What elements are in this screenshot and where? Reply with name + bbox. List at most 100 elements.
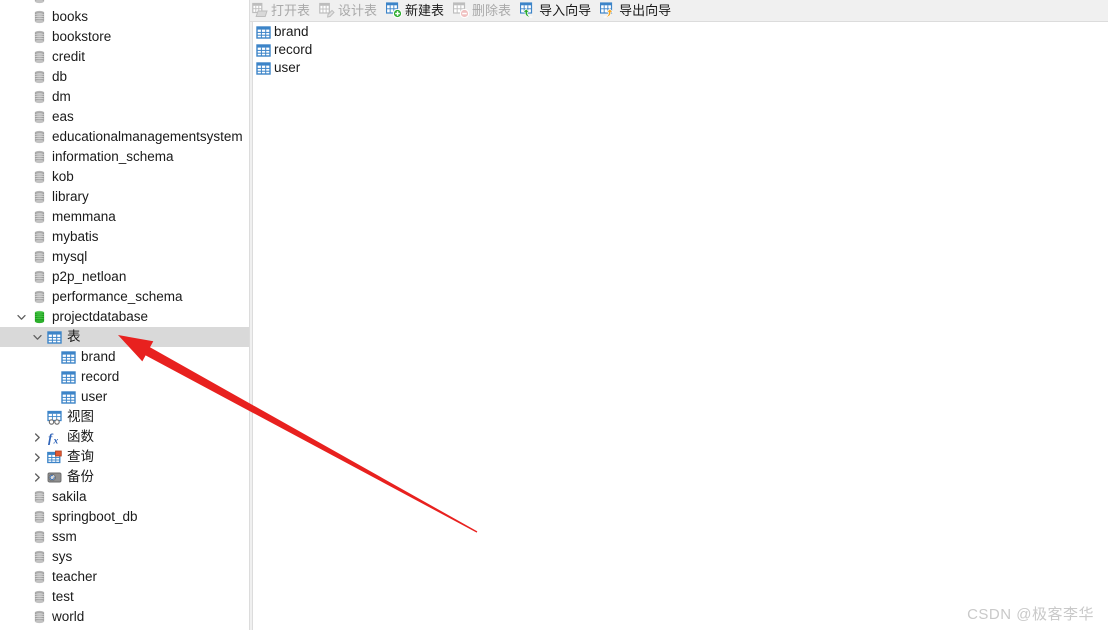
toolbar-button-import-wizard[interactable]: 导入向导 <box>518 0 598 21</box>
tree-item-user[interactable]: user <box>0 387 249 407</box>
toolbar-button-export-wizard[interactable]: 导出向导 <box>598 0 678 21</box>
database-icon <box>32 150 47 165</box>
tree-item-label: books <box>52 9 89 24</box>
tree-item-查询[interactable]: 查询 <box>0 447 249 467</box>
chevron-down-icon[interactable] <box>14 307 28 327</box>
tree-item-library[interactable]: library <box>0 187 249 207</box>
tree-item-函数[interactable]: f x 函数 <box>0 427 249 447</box>
tree-item-performance_schema[interactable]: performance_schema <box>0 287 249 307</box>
tree-item-label: projectdatabase <box>52 309 149 324</box>
tree-item-label: record <box>81 369 120 384</box>
object-list-item-label: brand <box>274 24 309 39</box>
tree-item-label: mybatis <box>52 229 99 244</box>
tree-item-mybatis[interactable]: mybatis <box>0 227 249 247</box>
tree-item-p2p_netloan[interactable]: p2p_netloan <box>0 267 249 287</box>
object-list-item[interactable]: user <box>254 59 1108 77</box>
table-object-list[interactable]: brand record user <box>254 23 1108 77</box>
tree-item-kob[interactable]: kob <box>0 167 249 187</box>
object-list-item[interactable]: brand <box>254 23 1108 41</box>
toolbar-button-label: 打开表 <box>271 3 311 18</box>
tree-item-sys[interactable]: sys <box>0 547 249 567</box>
database-navigation-sidebar[interactable]: books bookstore credit db dm eas educationalma… <box>0 0 249 630</box>
tree-item-label: kob <box>52 169 74 184</box>
tree-item-备份[interactable]: 备份 <box>0 467 249 487</box>
chevron-down-icon[interactable] <box>30 327 44 347</box>
tree-item-sakila[interactable]: sakila <box>0 487 249 507</box>
database-icon <box>32 550 47 565</box>
tree-item-label: performance_schema <box>52 289 183 304</box>
tree-item-memmana[interactable]: memmana <box>0 207 249 227</box>
tree-item-books[interactable]: books <box>0 7 249 27</box>
tree-item-springboot_db[interactable]: springboot_db <box>0 507 249 527</box>
database-tree[interactable]: books bookstore credit db dm eas educationalma… <box>0 0 249 630</box>
export-wizard-icon <box>600 2 616 18</box>
tree-item-label: sakila <box>52 489 87 504</box>
open-table-icon <box>252 2 268 18</box>
toolbar-button-design-table: 设计表 <box>317 0 384 21</box>
function-icon: fx <box>47 430 62 446</box>
tree-item-information_schema[interactable]: information_schema <box>0 147 249 167</box>
tree-item-label: springboot_db <box>52 509 138 524</box>
tree-item-db[interactable]: db <box>0 67 249 87</box>
database-icon <box>32 10 47 25</box>
object-pane: 打开表 设计表 新建表 删除表 导入向导 导出向导 brand record user <box>250 0 1108 630</box>
tree-item-record[interactable]: record <box>0 367 249 387</box>
database-icon <box>32 170 47 185</box>
toolbar-button-label: 删除表 <box>472 3 512 18</box>
database-icon <box>32 130 47 145</box>
new-table-icon <box>386 2 403 18</box>
tree-item-label: sys <box>52 549 73 564</box>
tree-item-mysql[interactable]: mysql <box>0 247 249 267</box>
tree-item-label: bookstore <box>52 29 112 44</box>
csdn-watermark: CSDN @极客李华 <box>967 606 1094 623</box>
database-icon <box>32 590 47 605</box>
toolbar-button-label: 新建表 <box>405 3 445 18</box>
tree-item-dm[interactable]: dm <box>0 87 249 107</box>
chevron-right-icon[interactable] <box>30 467 44 487</box>
tree-item-视图[interactable]: 视图 <box>0 407 249 427</box>
tree-item-label: db <box>52 69 68 84</box>
tree-item-teacher[interactable]: teacher <box>0 567 249 587</box>
table-icon <box>61 350 76 365</box>
chevron-right-icon[interactable] <box>30 427 44 447</box>
tree-item-bookstore[interactable]: bookstore <box>0 27 249 47</box>
database-icon <box>32 110 47 125</box>
database-icon <box>32 270 47 285</box>
query-icon <box>47 450 62 465</box>
database-icon <box>32 250 47 265</box>
pane-splitter[interactable] <box>249 0 253 630</box>
toolbar-button-new-table[interactable]: 新建表 <box>384 0 451 21</box>
tree-item-projectdatabase[interactable]: projectdatabase <box>0 307 249 327</box>
database-icon <box>32 510 47 525</box>
tree-item-test[interactable]: test <box>0 587 249 607</box>
table-icon <box>61 370 76 385</box>
tree-item[interactable] <box>0 0 249 7</box>
database-open-icon <box>32 310 47 325</box>
toolbar-button-label: 导入向导 <box>539 3 592 18</box>
table-icon <box>256 25 271 39</box>
database-icon <box>32 570 47 585</box>
database-icon <box>32 230 47 245</box>
tree-item-brand[interactable]: brand <box>0 347 249 367</box>
tree-item-label: 备份 <box>67 469 94 484</box>
tree-item-label: ssm <box>52 529 77 544</box>
tree-item-educationalmanagementsystem[interactable]: educationalmanagementsystem <box>0 127 249 147</box>
tree-item-eas[interactable]: eas <box>0 107 249 127</box>
tree-item-credit[interactable]: credit <box>0 47 249 67</box>
tree-item-表[interactable]: 表 <box>0 327 249 347</box>
chevron-right-icon[interactable] <box>30 447 44 467</box>
tree-item-label: eas <box>52 109 74 124</box>
object-toolbar[interactable]: 打开表 设计表 新建表 删除表 导入向导 导出向导 <box>250 0 1108 22</box>
tree-item-label: 函数 <box>67 429 94 444</box>
tree-item-label: test <box>52 589 74 604</box>
database-icon <box>32 190 47 205</box>
tree-item-world[interactable]: world <box>0 607 249 627</box>
toolbar-button-open-table: 打开表 <box>250 0 317 21</box>
delete-table-icon <box>453 2 470 18</box>
tree-item-label: information_schema <box>52 149 174 164</box>
tree-item-ssm[interactable]: ssm <box>0 527 249 547</box>
database-icon <box>32 610 47 625</box>
object-list-item[interactable]: record <box>254 41 1108 59</box>
backup-icon <box>47 470 62 485</box>
database-icon <box>32 90 47 105</box>
